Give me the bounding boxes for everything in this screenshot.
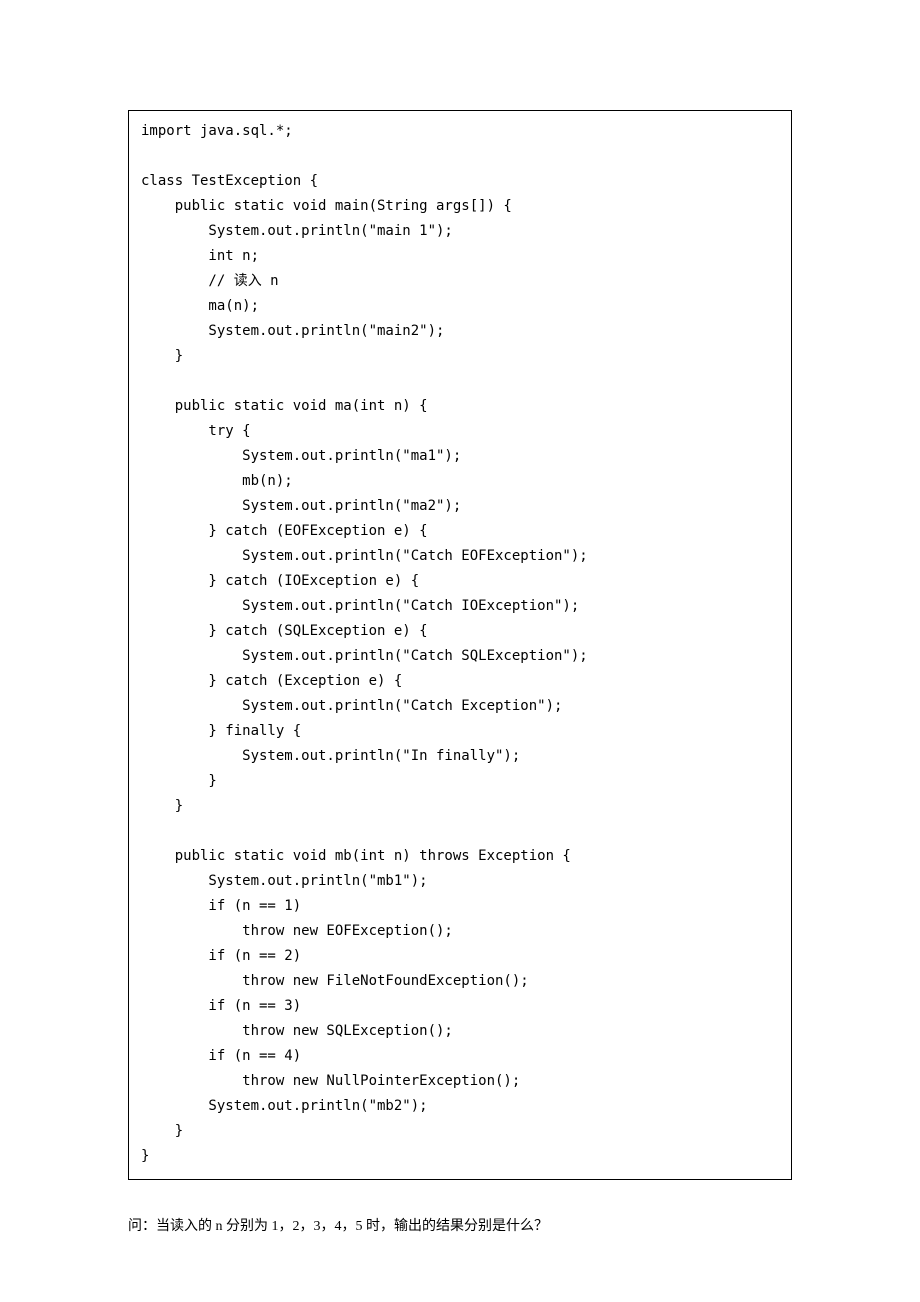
code-block-container: import java.sql.*; class TestException {… xyxy=(128,110,792,1180)
document-page: import java.sql.*; class TestException {… xyxy=(0,110,920,1239)
question-text: 问：当读入的 n 分别为 1，2，3，4，5 时，输出的结果分别是什么？ xyxy=(128,1214,792,1239)
code-block: import java.sql.*; class TestException {… xyxy=(141,119,779,1169)
